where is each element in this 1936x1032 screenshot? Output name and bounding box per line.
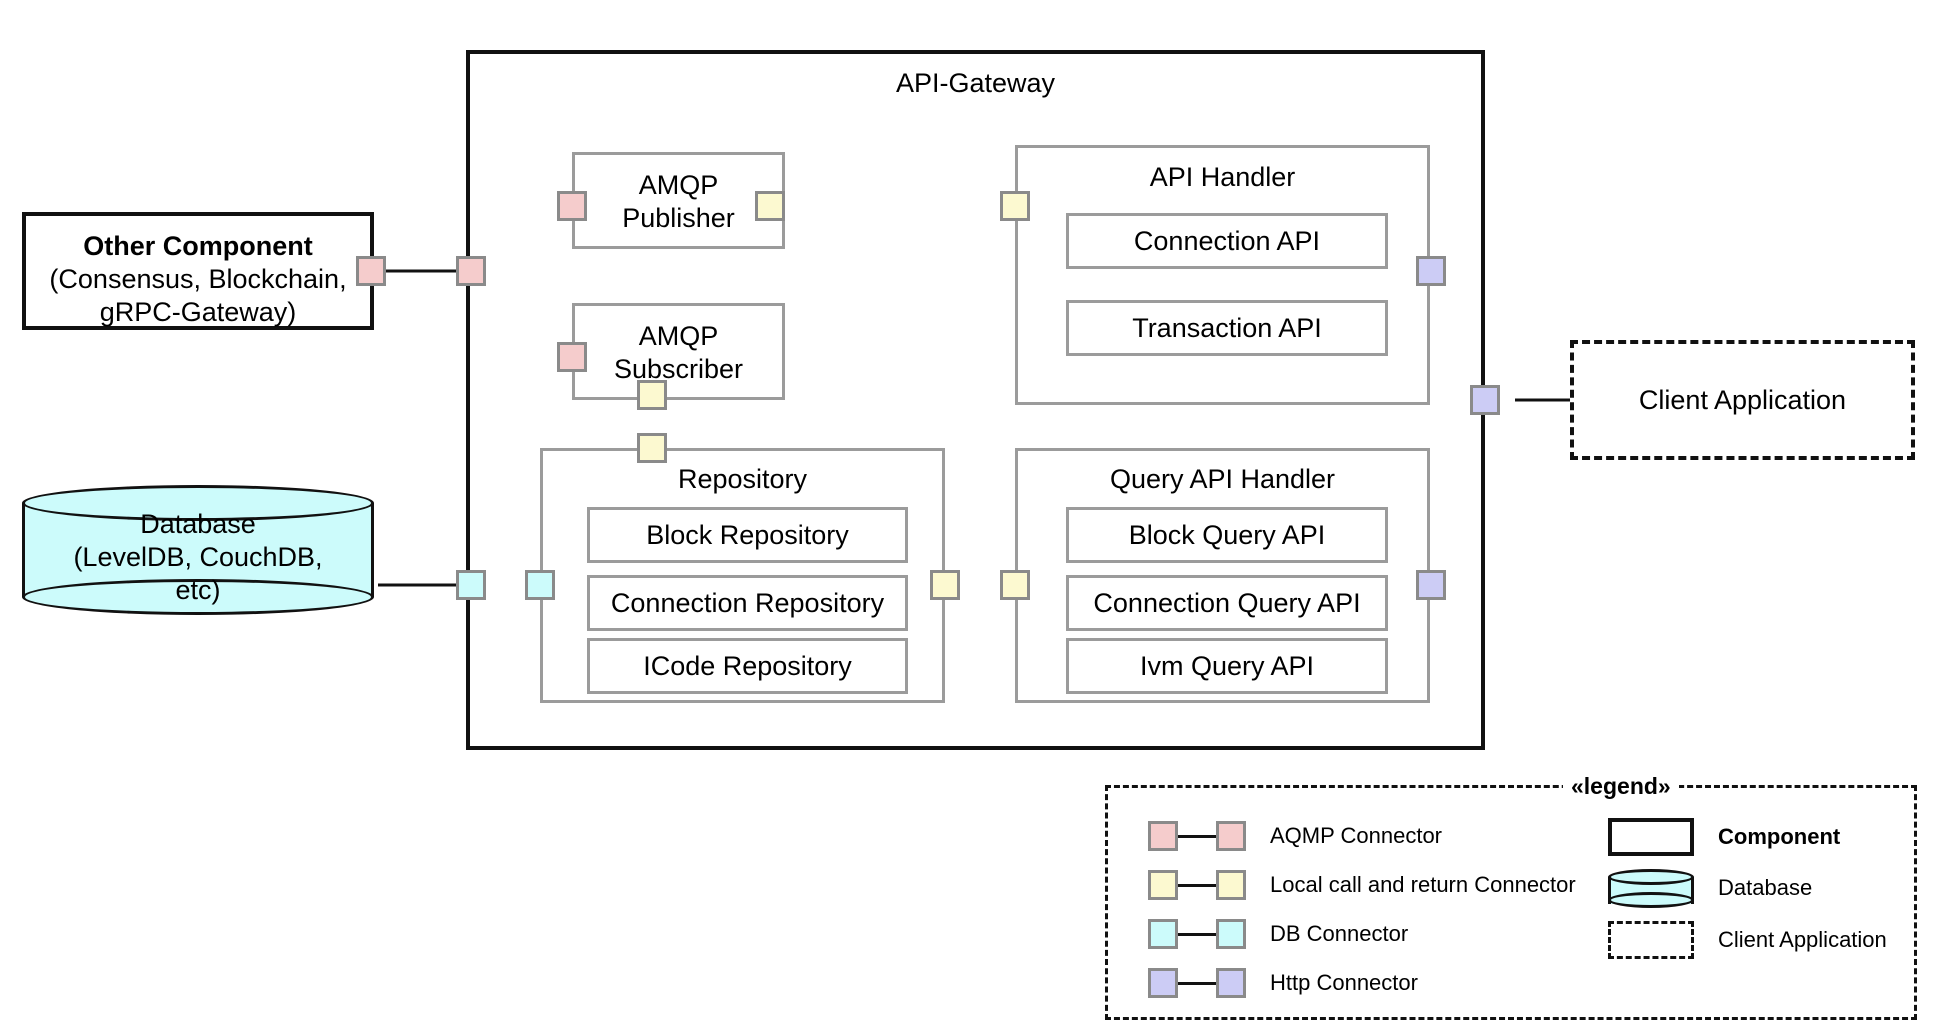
api-gateway-title: API-Gateway — [895, 68, 1056, 98]
query-api-row-block-label: Block Query API — [1128, 519, 1326, 550]
other-component-label: Other Component (Consensus, Blockchain, … — [26, 230, 370, 329]
legend-swatch-db-left — [1148, 919, 1178, 949]
api-handler-box: API Handler Connection API Transaction A… — [1015, 145, 1430, 405]
query-api-handler-title: Query API Handler — [1109, 464, 1336, 494]
legend-row-http: Http Connector — [1148, 968, 1418, 998]
port-local-publisher-out[interactable] — [755, 191, 785, 221]
legend-swatch-local-right — [1216, 870, 1246, 900]
amqp-subscriber-box: AMQP Subscriber — [572, 303, 785, 400]
legend-label-client-application: Client Application — [1718, 927, 1887, 952]
port-db-gateway-edge[interactable] — [456, 570, 486, 600]
amqp-subscriber-label: AMQP Subscriber — [575, 320, 782, 386]
legend-swatch-aqmp-left — [1148, 821, 1178, 851]
legend-swatch-http-left — [1148, 968, 1178, 998]
database-line3: etc) — [175, 574, 221, 605]
repository-row-icode: ICode Repository — [587, 638, 908, 694]
port-http-gateway-edge[interactable] — [1470, 385, 1500, 415]
repository-row-connection-label: Connection Repository — [610, 587, 885, 618]
port-http-query-handler-out[interactable] — [1416, 570, 1446, 600]
amqp-publisher-line2: Publisher — [622, 202, 735, 233]
legend-line-db — [1178, 932, 1216, 936]
legend-label-database: Database — [1718, 875, 1813, 900]
legend-row-client: Client Application — [1608, 921, 1887, 959]
repository-row-block: Block Repository — [587, 507, 908, 563]
port-http-api-handler-out[interactable] — [1416, 256, 1446, 286]
repository-row-icode-label: ICode Repository — [643, 650, 852, 681]
repository-row-connection: Connection Repository — [587, 575, 908, 631]
query-api-handler-box: Query API Handler Block Query API Connec… — [1015, 448, 1430, 703]
port-db-repository[interactable] — [525, 570, 555, 600]
port-amqp-subscriber[interactable] — [557, 342, 587, 372]
port-local-subscriber-out[interactable] — [637, 380, 667, 410]
legend-panel: «legend» AQMP Connector Local call and r… — [1105, 773, 1917, 1020]
database-cylinder: Database (LevelDB, CouchDB, etc) — [22, 485, 374, 615]
legend-line-aqmp — [1178, 834, 1216, 838]
query-api-row-connection-label: Connection Query API — [1093, 587, 1361, 618]
legend-swatch-local-left — [1148, 870, 1178, 900]
amqp-publisher-box: AMQP Publisher — [572, 152, 785, 249]
repository-row-block-label: Block Repository — [646, 519, 849, 550]
diagram-canvas: API-Gateway Other Component (Consensus, … — [0, 0, 1936, 1032]
legend-row-database: Database — [1608, 868, 1812, 908]
database-line2: (LevelDB, CouchDB, — [73, 541, 323, 572]
port-amqp-gateway-edge[interactable] — [456, 256, 486, 286]
legend-label-db: DB Connector — [1270, 921, 1409, 946]
amqp-subscriber-line1: AMQP — [638, 321, 719, 351]
port-local-query-handler-in[interactable] — [1000, 570, 1030, 600]
other-component-line3: gRPC-Gateway) — [99, 296, 297, 327]
port-amqp-publisher[interactable] — [557, 191, 587, 221]
legend-line-local — [1178, 883, 1216, 887]
legend-label-component: Component — [1718, 824, 1841, 849]
database-label: Database (LevelDB, CouchDB, etc) — [22, 508, 374, 607]
legend-swatch-http-right — [1216, 968, 1246, 998]
other-component-box: Other Component (Consensus, Blockchain, … — [22, 212, 374, 330]
legend-label-http: Http Connector — [1270, 970, 1418, 995]
port-local-repository-in[interactable] — [637, 433, 667, 463]
legend-icon-component — [1608, 818, 1694, 856]
amqp-subscriber-line2: Subscriber — [613, 353, 744, 384]
legend-row-aqmp: AQMP Connector — [1148, 821, 1442, 851]
query-api-row-ivm: Ivm Query API — [1066, 638, 1388, 694]
port-amqp-other-component[interactable] — [356, 256, 386, 286]
query-api-row-ivm-label: Ivm Query API — [1139, 650, 1315, 681]
api-handler-row-connection-label: Connection API — [1133, 225, 1321, 256]
other-component-line2: (Consensus, Blockchain, — [49, 263, 347, 294]
client-application-label: Client Application — [1638, 384, 1847, 415]
other-component-line1: Other Component — [83, 231, 313, 261]
legend-icon-client-application — [1608, 921, 1694, 959]
repository-box: Repository Block Repository Connection R… — [540, 448, 945, 703]
legend-swatch-db-right — [1216, 919, 1246, 949]
legend-row-local: Local call and return Connector — [1148, 870, 1576, 900]
query-api-row-connection: Connection Query API — [1066, 575, 1388, 631]
legend-swatch-aqmp-right — [1216, 821, 1246, 851]
api-handler-row-connection: Connection API — [1066, 213, 1388, 269]
query-api-row-block: Block Query API — [1066, 507, 1388, 563]
api-handler-row-transaction: Transaction API — [1066, 300, 1388, 356]
port-local-repository-out[interactable] — [930, 570, 960, 600]
amqp-publisher-line1: AMQP — [638, 170, 719, 200]
api-handler-title: API Handler — [1149, 162, 1296, 192]
client-application-box: Client Application — [1570, 340, 1915, 460]
legend-icon-database-bottom — [1608, 892, 1694, 908]
port-local-api-handler-in[interactable] — [1000, 191, 1030, 221]
legend-label-local: Local call and return Connector — [1270, 872, 1576, 897]
database-line1: Database — [140, 509, 256, 539]
api-handler-row-transaction-label: Transaction API — [1132, 312, 1322, 343]
repository-title: Repository — [677, 464, 808, 494]
legend-icon-database — [1608, 868, 1694, 908]
amqp-publisher-label: AMQP Publisher — [575, 169, 782, 235]
legend-line-http — [1178, 981, 1216, 985]
legend-label-aqmp: AQMP Connector — [1270, 823, 1443, 848]
legend-row-component: Component — [1608, 818, 1840, 856]
legend-row-db: DB Connector — [1148, 919, 1408, 949]
legend-title: «legend» — [1563, 773, 1679, 800]
legend-icon-database-top — [1608, 869, 1694, 885]
